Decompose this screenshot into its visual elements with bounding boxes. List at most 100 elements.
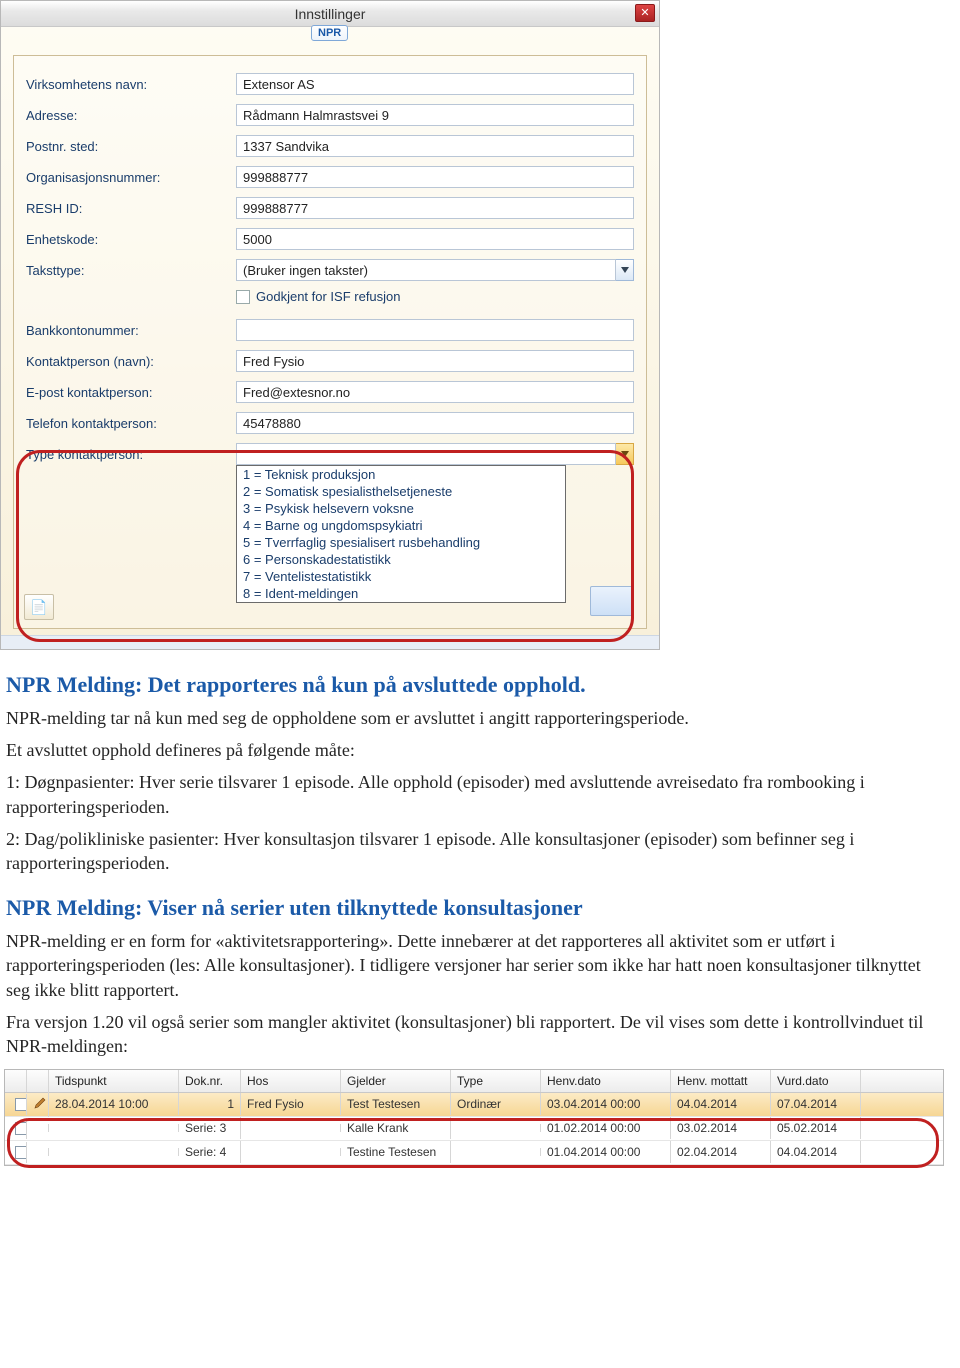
combo-taksttype-button[interactable] bbox=[616, 259, 634, 281]
heading-1: NPR Melding: Det rapporteres nå kun på a… bbox=[6, 670, 942, 700]
input-virksomhet[interactable] bbox=[236, 73, 634, 95]
cell-tidspunkt: 28.04.2014 10:00 bbox=[49, 1093, 179, 1115]
label-bankkonto: Bankkontonummer: bbox=[26, 323, 236, 338]
cell-doknr: Serie: 4 bbox=[179, 1141, 241, 1163]
chevron-down-icon bbox=[621, 267, 629, 273]
th-doknr[interactable]: Dok.nr. bbox=[179, 1070, 241, 1092]
cell-vurddato: 04.04.2014 bbox=[771, 1141, 861, 1163]
row-checkbox[interactable] bbox=[15, 1122, 27, 1135]
input-enhetskode[interactable] bbox=[236, 228, 634, 250]
input-orgnr[interactable] bbox=[236, 166, 634, 188]
th-hos[interactable]: Hos bbox=[241, 1070, 341, 1092]
para-1: NPR-melding tar nå kun med seg de opphol… bbox=[6, 706, 942, 730]
cell-vurddato: 07.04.2014 bbox=[771, 1093, 861, 1115]
para-2: Et avsluttet opphold defineres på følgen… bbox=[6, 738, 942, 762]
th-henvdato[interactable]: Henv.dato bbox=[541, 1070, 671, 1092]
cell-type: Ordinær bbox=[451, 1093, 541, 1115]
label-resh: RESH ID: bbox=[26, 201, 236, 216]
option-8[interactable]: 8 = Ident-meldingen bbox=[237, 585, 565, 602]
npr-table: Tidspunkt Dok.nr. Hos Gjelder Type Henv.… bbox=[4, 1069, 944, 1166]
document-icon: 📄 bbox=[30, 599, 47, 616]
edit-icon[interactable] bbox=[33, 1096, 47, 1110]
para-4: 2: Dag/polikliniske pasienter: Hver kons… bbox=[6, 827, 942, 876]
combo-kontakttype-list[interactable]: 1 = Teknisk produksjon 2 = Somatisk spes… bbox=[236, 465, 566, 603]
table-header: Tidspunkt Dok.nr. Hos Gjelder Type Henv.… bbox=[5, 1070, 943, 1093]
para-5: NPR-melding er en form for «aktivitetsra… bbox=[6, 929, 942, 1002]
para-3: 1: Døgnpasienter: Hver serie tilsvarer 1… bbox=[6, 770, 942, 819]
row-checkbox[interactable] bbox=[15, 1098, 27, 1111]
cell-type bbox=[451, 1148, 541, 1156]
cell-henvdato: 01.04.2014 00:00 bbox=[541, 1141, 671, 1163]
cell-henvmottatt: 04.04.2014 bbox=[671, 1093, 771, 1115]
table-row[interactable]: Serie: 3 Kalle Krank 01.02.2014 00:00 03… bbox=[5, 1117, 943, 1141]
checkbox-isf[interactable] bbox=[236, 290, 250, 304]
form-panel: Virksomhetens navn: Adresse: Postnr. ste… bbox=[13, 55, 647, 629]
input-bankkonto[interactable] bbox=[236, 319, 634, 341]
label-kontakttype: Type kontaktperson: bbox=[26, 447, 236, 462]
option-2[interactable]: 2 = Somatisk spesialisthelsetjeneste bbox=[237, 483, 565, 500]
settings-dialog: Innstillinger ✕ NPR Virksomhetens navn: … bbox=[0, 0, 660, 650]
input-kontaktepost[interactable] bbox=[236, 381, 634, 403]
cell-henvdato: 03.04.2014 00:00 bbox=[541, 1093, 671, 1115]
cell-gjelder: Test Testesen bbox=[341, 1093, 451, 1115]
dialog-titlebar: Innstillinger ✕ bbox=[1, 1, 659, 27]
tab-npr[interactable]: NPR bbox=[311, 25, 348, 41]
cell-hos bbox=[241, 1124, 341, 1132]
input-adresse[interactable] bbox=[236, 104, 634, 126]
th-vurddato[interactable]: Vurd.dato bbox=[771, 1070, 861, 1092]
label-taksttype: Taksttype: bbox=[26, 263, 236, 278]
para-6: Fra versjon 1.20 vil også serier som man… bbox=[6, 1010, 942, 1059]
input-kontaktnavn[interactable] bbox=[236, 350, 634, 372]
cell-gjelder: Testine Testesen bbox=[341, 1141, 451, 1163]
cell-tidspunkt bbox=[49, 1124, 179, 1132]
input-kontakttlf[interactable] bbox=[236, 412, 634, 434]
label-postnr: Postnr. sted: bbox=[26, 139, 236, 154]
close-button[interactable]: ✕ bbox=[635, 4, 655, 22]
cell-hos bbox=[241, 1148, 341, 1156]
option-5[interactable]: 5 = Tverrfaglig spesialisert rusbehandli… bbox=[237, 534, 565, 551]
th-henvmottatt[interactable]: Henv. mottatt bbox=[671, 1070, 771, 1092]
heading-2: NPR Melding: Viser nå serier uten tilkny… bbox=[6, 893, 942, 923]
th-tidspunkt[interactable]: Tidspunkt bbox=[49, 1070, 179, 1092]
cell-doknr: Serie: 3 bbox=[179, 1117, 241, 1139]
cell-gjelder: Kalle Krank bbox=[341, 1117, 451, 1139]
cell-hos: Fred Fysio bbox=[241, 1093, 341, 1115]
status-strip bbox=[1, 635, 659, 649]
table-row[interactable]: 28.04.2014 10:00 1 Fred Fysio Test Teste… bbox=[5, 1093, 943, 1117]
th-checkbox bbox=[5, 1070, 27, 1092]
label-orgnr: Organisasjonsnummer: bbox=[26, 170, 236, 185]
combo-kontakttype-button[interactable] bbox=[616, 443, 634, 465]
document-text: NPR Melding: Det rapporteres nå kun på a… bbox=[0, 670, 950, 1059]
cell-henvmottatt: 02.04.2014 bbox=[671, 1141, 771, 1163]
table-row[interactable]: Serie: 4 Testine Testesen 01.04.2014 00:… bbox=[5, 1141, 943, 1165]
label-adresse: Adresse: bbox=[26, 108, 236, 123]
label-kontakttlf: Telefon kontaktperson: bbox=[26, 416, 236, 431]
row-checkbox[interactable] bbox=[15, 1146, 27, 1159]
label-virksomhet: Virksomhetens navn: bbox=[26, 77, 236, 92]
label-kontaktnavn: Kontaktperson (navn): bbox=[26, 354, 236, 369]
cell-henvmottatt: 03.02.2014 bbox=[671, 1117, 771, 1139]
th-icon bbox=[27, 1070, 49, 1092]
combo-taksttype[interactable] bbox=[236, 259, 616, 281]
label-kontaktepost: E-post kontaktperson: bbox=[26, 385, 236, 400]
input-postnr[interactable] bbox=[236, 135, 634, 157]
combo-kontakttype[interactable] bbox=[236, 443, 616, 465]
option-4[interactable]: 4 = Barne og ungdomspsykiatri bbox=[237, 517, 565, 534]
label-isf: Godkjent for ISF refusjon bbox=[256, 289, 401, 304]
chevron-down-icon bbox=[621, 451, 629, 457]
cell-henvdato: 01.02.2014 00:00 bbox=[541, 1117, 671, 1139]
right-panel-button[interactable] bbox=[590, 586, 634, 616]
option-7[interactable]: 7 = Ventelistestatistikk bbox=[237, 568, 565, 585]
label-enhetskode: Enhetskode: bbox=[26, 232, 236, 247]
cell-vurddato: 05.02.2014 bbox=[771, 1117, 861, 1139]
toolbar-button[interactable]: 📄 bbox=[24, 594, 54, 620]
option-6[interactable]: 6 = Personskadestatistikk bbox=[237, 551, 565, 568]
input-resh[interactable] bbox=[236, 197, 634, 219]
option-3[interactable]: 3 = Psykisk helsevern voksne bbox=[237, 500, 565, 517]
th-gjelder[interactable]: Gjelder bbox=[341, 1070, 451, 1092]
dialog-title: Innstillinger bbox=[295, 6, 366, 22]
dialog-body: NPR Virksomhetens navn: Adresse: Postnr.… bbox=[1, 27, 659, 649]
option-1[interactable]: 1 = Teknisk produksjon bbox=[237, 466, 565, 483]
cell-tidspunkt bbox=[49, 1148, 179, 1156]
th-type[interactable]: Type bbox=[451, 1070, 541, 1092]
